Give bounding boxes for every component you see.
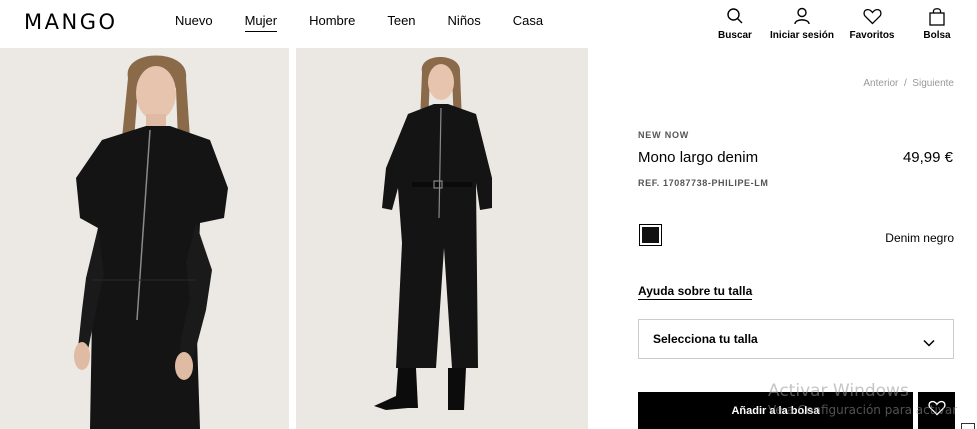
product-reference: REF. 17087738-PHILIPE-LM xyxy=(638,178,769,188)
nav-item-teen[interactable]: Teen xyxy=(387,13,415,32)
chevron-down-icon xyxy=(923,334,935,352)
search-label: Buscar xyxy=(718,30,752,41)
favorites-button[interactable]: Favoritos xyxy=(847,6,897,41)
search-icon xyxy=(725,6,745,26)
product-price: 49,99 € xyxy=(902,149,953,166)
shopping-bag-icon xyxy=(927,6,947,26)
user-icon xyxy=(792,6,812,26)
window-corner-icon xyxy=(961,423,975,429)
bag-label: Bolsa xyxy=(923,30,951,41)
product-panel: Anterior / Siguiente NEW NOW Mono largo … xyxy=(588,48,977,429)
watermark-line-2: Ve a Configuración para activar xyxy=(768,403,958,417)
product-title: Mono largo denim xyxy=(638,149,759,166)
brand-logo[interactable]: MANGO xyxy=(24,10,118,34)
pager-separator: / xyxy=(903,78,907,89)
main-nav: Nuevo Mujer Hombre Teen Niños Casa xyxy=(175,13,575,32)
search-button[interactable]: Buscar xyxy=(715,6,755,41)
favorites-label: Favoritos xyxy=(849,30,895,41)
watermark-line-1: Activar Windows xyxy=(768,381,909,401)
nav-item-nuevo[interactable]: Nuevo xyxy=(175,13,213,32)
windows-activation-watermark: Activar Windows Ve a Configuración para … xyxy=(768,381,957,417)
nav-item-casa[interactable]: Casa xyxy=(513,13,543,32)
size-select[interactable]: Selecciona tu talla xyxy=(638,319,954,359)
site-header: MANGO Nuevo Mujer Hombre Teen Niños Casa… xyxy=(0,0,977,48)
nav-item-hombre[interactable]: Hombre xyxy=(309,13,355,32)
product-pager: Anterior / Siguiente xyxy=(863,78,954,89)
login-button[interactable]: Iniciar sesión xyxy=(767,6,837,41)
product-tag: NEW NOW xyxy=(638,130,690,140)
size-select-label: Selecciona tu talla xyxy=(653,332,758,346)
product-image-full-body[interactable] xyxy=(296,48,588,429)
nav-item-mujer[interactable]: Mujer xyxy=(244,13,278,32)
heart-icon xyxy=(862,6,882,26)
login-label: Iniciar sesión xyxy=(770,30,834,41)
pager-next[interactable]: Siguiente xyxy=(912,78,954,89)
color-swatch-fill xyxy=(642,227,659,243)
nav-item-ninos[interactable]: Niños xyxy=(448,13,481,32)
pager-previous[interactable]: Anterior xyxy=(863,78,898,89)
bag-button[interactable]: Bolsa xyxy=(917,6,957,41)
product-image-front-closeup[interactable] xyxy=(0,48,289,429)
color-name: Denim negro xyxy=(885,231,954,245)
color-swatch[interactable] xyxy=(639,224,662,246)
size-guide-link[interactable]: Ayuda sobre tu talla xyxy=(638,284,753,300)
